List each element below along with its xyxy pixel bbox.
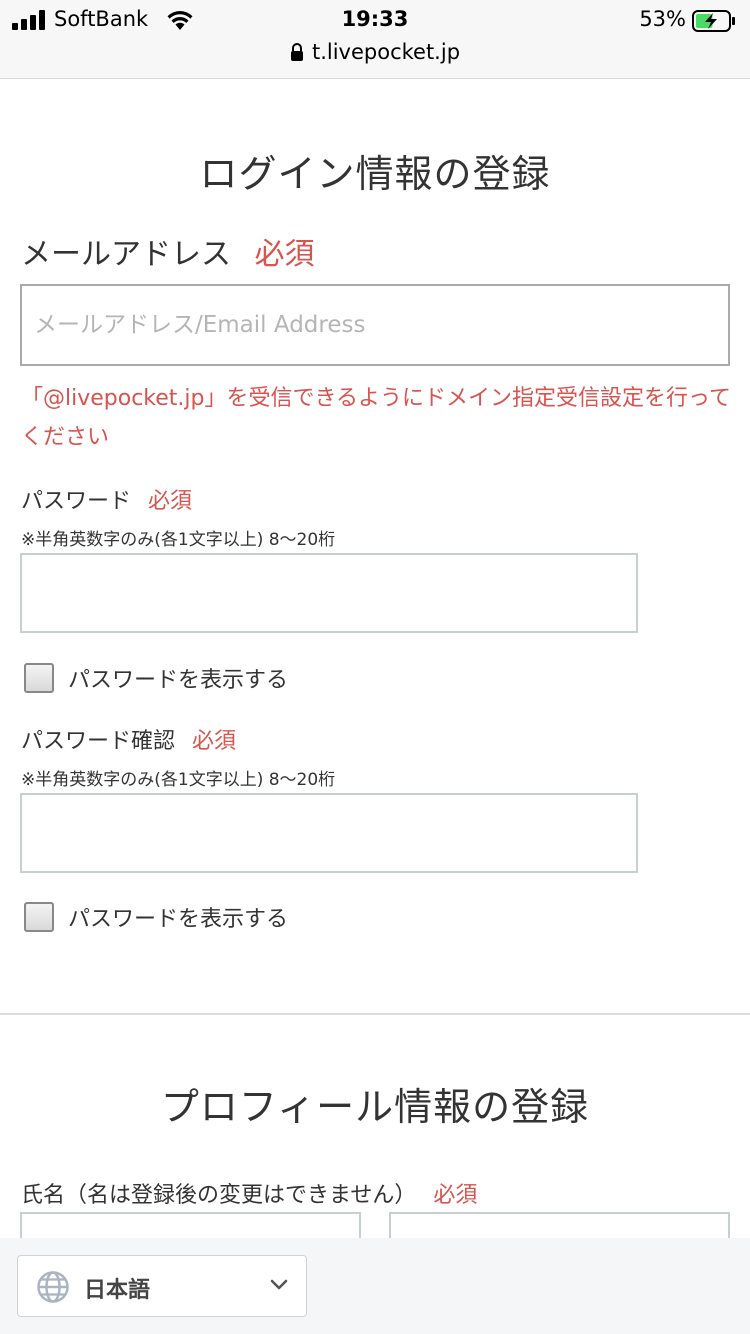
browser-top-bar: SoftBank 19:33 53% t.livepocket.jp [0, 0, 750, 79]
email-input[interactable] [20, 284, 730, 366]
password-label: パスワード 必須 [21, 483, 192, 515]
show-password-confirm-label: パスワードを表示する [68, 907, 289, 932]
password-note: ※半角英数字のみ(各1文字以上) 8〜20桁 [21, 530, 336, 550]
url-text: t.livepocket.jp [311, 40, 461, 64]
globe-icon [37, 1271, 69, 1303]
password-input[interactable] [20, 553, 638, 633]
name-label: 氏名（名は登録後の変更はできません） 必須 [21, 1177, 477, 1209]
password-confirm-label: パスワード確認 必須 [21, 723, 236, 755]
domain-setting-hint: 「@livepocket.jp」を受信できるようにドメイン指定受信設定を行ってく… [21, 386, 731, 450]
address-bar[interactable]: t.livepocket.jp [0, 40, 750, 70]
language-selected-text: 日本語 [84, 1278, 151, 1303]
status-time: 19:33 [341, 7, 409, 31]
battery-percentage: 53% [639, 7, 686, 31]
show-password-confirm-toggle[interactable]: パスワードを表示する [24, 901, 288, 933]
password-confirm-input[interactable] [20, 793, 638, 873]
email-label: メールアドレス 必須 [21, 229, 315, 273]
name-label-text: 氏名（名は登録後の変更はできません） [21, 1183, 417, 1208]
password-label-text: パスワード [21, 489, 132, 514]
battery-charging-icon [692, 10, 735, 32]
profile-section-title: プロフィール情報の登録 [160, 1085, 590, 1129]
show-password-toggle[interactable]: パスワードを表示する [24, 662, 288, 694]
password-confirm-label-text: パスワード確認 [21, 729, 176, 754]
show-password-label: パスワードを表示する [68, 668, 289, 693]
show-password-confirm-checkbox[interactable] [24, 902, 54, 932]
language-bar: 日本語 [0, 1238, 750, 1334]
chevron-down-icon [270, 1279, 288, 1290]
password-confirm-required-badge: 必須 [192, 729, 237, 754]
password-required-badge: 必須 [148, 489, 193, 514]
show-password-checkbox[interactable] [24, 663, 54, 693]
lock-icon [290, 43, 303, 61]
email-label-text: メールアドレス [21, 237, 231, 272]
name-required-badge: 必須 [433, 1183, 478, 1208]
section-divider [0, 1013, 750, 1015]
status-bar: SoftBank 19:33 53% [0, 0, 750, 40]
login-section-title: ログイン情報の登録 [199, 152, 551, 196]
language-select[interactable]: 日本語 [17, 1255, 307, 1317]
password-confirm-note: ※半角英数字のみ(各1文字以上) 8〜20桁 [21, 770, 336, 790]
email-required-badge: 必須 [254, 237, 315, 272]
